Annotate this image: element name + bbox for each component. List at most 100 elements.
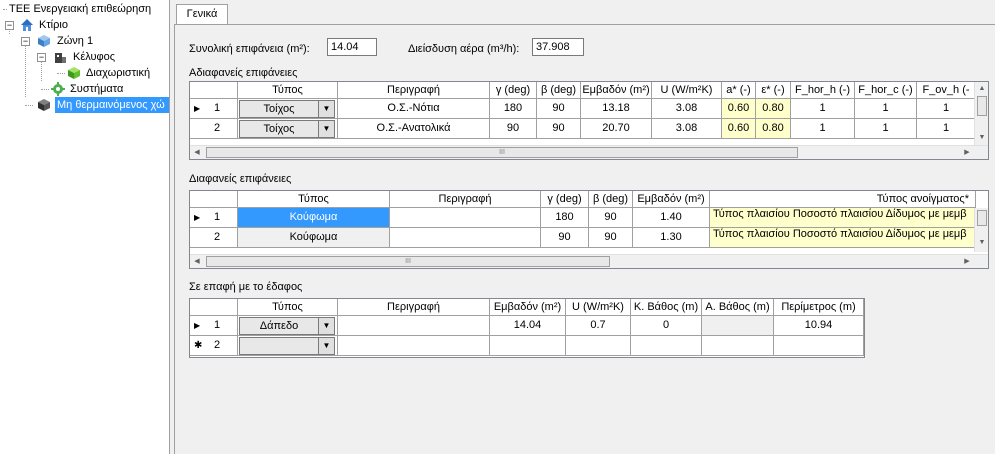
tree-node-systems[interactable]: Συστήματα bbox=[0, 81, 170, 97]
column-header[interactable]: Κ. Βάθος (m) bbox=[631, 299, 702, 316]
type-cell-selected[interactable]: Κούφωμα bbox=[238, 208, 390, 228]
row-header-new[interactable]: ✱ 2 bbox=[190, 336, 238, 356]
vertical-scrollbar[interactable]: ▼ bbox=[974, 208, 988, 252]
row-header[interactable]: ▶ 1 bbox=[190, 99, 238, 119]
type-cell[interactable]: Τοίχος ▼ bbox=[238, 99, 338, 119]
column-header[interactable]: β (deg) bbox=[589, 191, 633, 208]
ground-contact-grid[interactable]: Τύπος Περιγραφή Εμβαδόν (m²) U (W/m²K) Κ… bbox=[189, 298, 865, 358]
description-cell[interactable] bbox=[390, 208, 541, 228]
tab-general[interactable]: Γενικά bbox=[176, 4, 228, 25]
row-header[interactable]: ▶ 1 bbox=[190, 208, 238, 228]
gamma-cell[interactable]: 180 bbox=[490, 99, 537, 119]
collapse-icon[interactable]: − bbox=[21, 37, 30, 46]
k-depth-cell[interactable]: 0 bbox=[631, 316, 702, 336]
tree-node-root[interactable]: ΤΕΕ Ενεργειακή επιθεώρηση bbox=[0, 1, 170, 17]
u-value-cell[interactable]: 0.7 bbox=[566, 316, 631, 336]
type-dropdown[interactable]: Τοίχος ▼ bbox=[239, 120, 335, 138]
description-cell[interactable] bbox=[338, 316, 490, 336]
column-header[interactable]: Περιγραφή bbox=[338, 299, 490, 316]
type-cell[interactable]: ▼ bbox=[238, 336, 338, 356]
navigation-tree[interactable]: ΤΕΕ Ενεργειακή επιθεώρηση − Κτίριο − Ζών… bbox=[0, 0, 170, 454]
column-header[interactable]: Εμβαδόν (m²) bbox=[581, 82, 652, 99]
scroll-up-icon[interactable]: ▲ bbox=[975, 82, 988, 96]
f-hor-c-cell[interactable]: 1 bbox=[855, 119, 917, 139]
a-depth-cell[interactable] bbox=[702, 336, 774, 356]
column-header[interactable]: Τύπος bbox=[238, 191, 390, 208]
beta-cell[interactable]: 90 bbox=[537, 119, 581, 139]
description-cell[interactable]: Ο.Σ.-Νότια bbox=[338, 99, 490, 119]
column-header[interactable]: Εμβαδόν (m²) bbox=[633, 191, 710, 208]
tree-node-building[interactable]: − Κτίριο bbox=[0, 17, 170, 33]
column-header[interactable]: ε* (-) bbox=[756, 82, 791, 99]
row-header[interactable]: 2 bbox=[190, 228, 238, 248]
chevron-down-icon[interactable]: ▼ bbox=[318, 121, 334, 137]
horizontal-scrollbar[interactable]: ◀ III ▶ bbox=[190, 145, 988, 159]
tree-node-zone[interactable]: − Ζώνη 1 bbox=[0, 33, 170, 49]
air-infiltration-field[interactable]: 37.908 bbox=[532, 38, 584, 56]
column-header[interactable]: Τύπος bbox=[238, 82, 338, 99]
type-cell[interactable]: Τοίχος ▼ bbox=[238, 119, 338, 139]
emissivity-cell[interactable]: 0.80 bbox=[756, 119, 791, 139]
type-dropdown[interactable]: Δάπεδο ▼ bbox=[239, 317, 335, 335]
row-header[interactable]: ▶ 1 bbox=[190, 316, 238, 336]
column-header[interactable]: γ (deg) bbox=[490, 82, 537, 99]
scroll-thumb[interactable]: III bbox=[206, 147, 798, 158]
column-header[interactable]: Περίμετρος (m) bbox=[774, 299, 864, 316]
description-cell[interactable] bbox=[390, 228, 541, 248]
total-area-field[interactable]: 14.04 bbox=[327, 38, 377, 56]
transparent-surfaces-grid[interactable]: Τύπος Περιγραφή γ (deg) β (deg) Εμβαδόν … bbox=[189, 190, 989, 269]
gamma-cell[interactable]: 90 bbox=[490, 119, 537, 139]
area-cell[interactable]: 20.70 bbox=[581, 119, 652, 139]
absorptance-cell[interactable]: 0.60 bbox=[722, 119, 756, 139]
description-cell[interactable]: Ο.Σ.-Ανατολικά bbox=[338, 119, 490, 139]
column-header[interactable]: Α. Βάθος (m) bbox=[702, 299, 774, 316]
beta-cell[interactable]: 90 bbox=[589, 208, 633, 228]
column-header[interactable]: Εμβαδόν (m²) bbox=[490, 299, 566, 316]
tree-node-envelope[interactable]: − Κέλυφος bbox=[0, 49, 170, 65]
beta-cell[interactable]: 90 bbox=[589, 228, 633, 248]
emissivity-cell[interactable]: 0.80 bbox=[756, 99, 791, 119]
scroll-thumb[interactable]: III bbox=[206, 256, 610, 267]
u-value-cell[interactable]: 3.08 bbox=[652, 119, 722, 139]
scroll-right-icon[interactable]: ▶ bbox=[960, 255, 974, 268]
column-header[interactable]: Τύπος ανοίγματος* bbox=[710, 191, 976, 208]
tree-node-partition[interactable]: Διαχωριστική bbox=[0, 65, 170, 81]
f-hor-c-cell[interactable]: 1 bbox=[855, 99, 917, 119]
absorptance-cell[interactable]: 0.60 bbox=[722, 99, 756, 119]
u-value-cell[interactable] bbox=[566, 336, 631, 356]
a-depth-cell[interactable] bbox=[702, 316, 774, 336]
column-header[interactable]: U (W/m²K) bbox=[652, 82, 722, 99]
f-ov-h-cell[interactable]: 1 bbox=[917, 99, 976, 119]
type-dropdown[interactable]: ▼ bbox=[239, 337, 335, 355]
area-cell[interactable]: 1.40 bbox=[633, 208, 710, 228]
column-header[interactable]: Τύπος bbox=[238, 299, 338, 316]
scroll-down-icon[interactable]: ▼ bbox=[975, 236, 988, 250]
collapse-icon[interactable]: − bbox=[37, 53, 46, 62]
scroll-down-icon[interactable]: ▼ bbox=[975, 131, 988, 145]
column-header[interactable]: β (deg) bbox=[537, 82, 581, 99]
column-header[interactable]: F_ov_h (- bbox=[917, 82, 976, 99]
area-cell[interactable]: 1.30 bbox=[633, 228, 710, 248]
column-header[interactable]: F_hor_h (-) bbox=[791, 82, 855, 99]
column-header[interactable]: a* (-) bbox=[722, 82, 756, 99]
beta-cell[interactable]: 90 bbox=[537, 99, 581, 119]
scroll-right-icon[interactable]: ▶ bbox=[960, 146, 974, 159]
column-header[interactable]: F_hor_c (-) bbox=[855, 82, 917, 99]
f-hor-h-cell[interactable]: 1 bbox=[791, 99, 855, 119]
scroll-thumb[interactable] bbox=[977, 210, 987, 226]
column-header[interactable]: γ (deg) bbox=[541, 191, 589, 208]
perimeter-cell[interactable] bbox=[774, 336, 864, 356]
row-header[interactable]: 2 bbox=[190, 119, 238, 139]
column-header[interactable]: Περιγραφή bbox=[338, 82, 490, 99]
scroll-thumb[interactable] bbox=[977, 96, 987, 116]
opening-type-cell[interactable]: Τύπος πλαισίου Ποσοστό πλαισίου Δίδυμος … bbox=[710, 208, 976, 228]
opaque-surfaces-grid[interactable]: Τύπος Περιγραφή γ (deg) β (deg) Εμβαδόν … bbox=[189, 81, 989, 160]
scroll-left-icon[interactable]: ◀ bbox=[190, 255, 204, 268]
area-cell[interactable]: 13.18 bbox=[581, 99, 652, 119]
u-value-cell[interactable]: 3.08 bbox=[652, 99, 722, 119]
chevron-down-icon[interactable]: ▼ bbox=[318, 101, 334, 117]
vertical-scrollbar[interactable]: ▲ ▼ bbox=[974, 82, 988, 145]
k-depth-cell[interactable] bbox=[631, 336, 702, 356]
f-ov-h-cell[interactable]: 1 bbox=[917, 119, 976, 139]
type-cell[interactable]: Δάπεδο ▼ bbox=[238, 316, 338, 336]
